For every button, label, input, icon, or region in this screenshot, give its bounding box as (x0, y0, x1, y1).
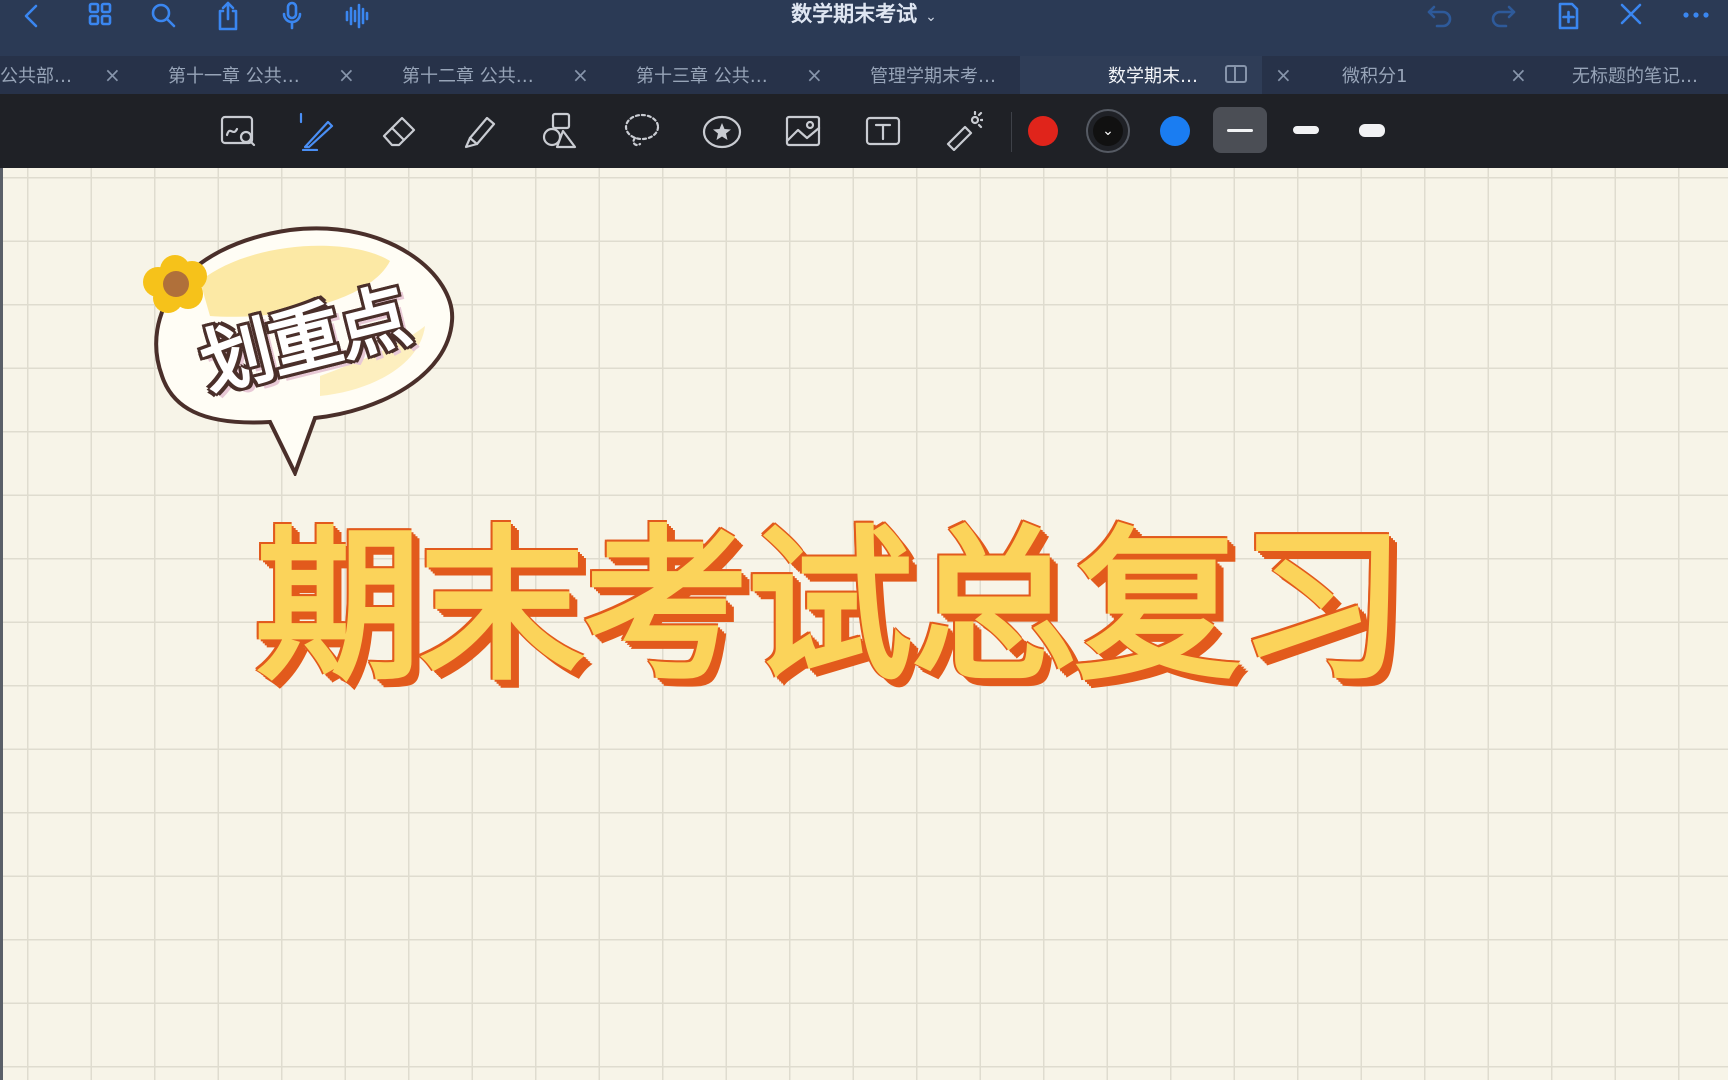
highlighter-tool[interactable] (455, 106, 505, 156)
tab-label: 管理学期末考… (870, 66, 996, 87)
sticker-tool[interactable] (697, 106, 747, 156)
tab-label: 公共部… (0, 66, 72, 87)
tab-close-icon[interactable]: × (572, 56, 589, 94)
tab-label: 数学期末… (1108, 66, 1198, 87)
sticker-icon (702, 115, 742, 149)
redo-icon (1491, 5, 1516, 28)
add-page-icon (1558, 2, 1579, 30)
undo-icon (1427, 5, 1452, 28)
back-icon (24, 4, 38, 28)
chevron-down-icon: ⌄ (1102, 123, 1114, 139)
tab-close-icon[interactable]: × (1275, 56, 1292, 94)
text-box-tool[interactable] (858, 106, 908, 156)
tab-close-icon[interactable]: × (806, 56, 823, 94)
tab-label: 第十二章 公共… (402, 66, 534, 87)
canvas-edge (0, 168, 3, 1080)
color-swatch-red[interactable] (1028, 116, 1058, 146)
pen-icon (299, 112, 334, 151)
tab-label: 第十三章 公共… (636, 66, 768, 87)
text-box-icon (865, 116, 901, 146)
close-icon (1620, 3, 1642, 25)
toolbar-divider (1011, 112, 1012, 152)
stroke-width-thin[interactable] (1213, 107, 1267, 153)
eraser-icon (382, 116, 416, 147)
image-icon (785, 115, 821, 147)
notes-app: 数学期末考试 ⌄ 公共部… × 第十一章 公共… × 第十二章 公共… × 第十… (0, 0, 1728, 1080)
tab-label: 第十一章 公共… (168, 66, 300, 87)
document-title-text: 数学期末考试 (791, 2, 918, 26)
drawing-toolbar: ⌄ (0, 94, 1728, 168)
tab-close-icon[interactable]: × (1510, 56, 1527, 94)
highlight-sticker[interactable]: 划重点 (140, 226, 460, 476)
record-audio-button[interactable] (272, 0, 312, 32)
document-title-button[interactable]: 数学期末考试 ⌄ (791, 2, 937, 26)
tab[interactable]: 微积分1 × (1302, 56, 1536, 94)
tab[interactable]: 第十三章 公共… × (600, 56, 834, 94)
headline-text[interactable]: 期末考试总复习 (255, 508, 1475, 708)
shapes-tool[interactable] (536, 106, 586, 156)
top-navigation-bar: 数学期末考试 ⌄ (0, 0, 1728, 56)
highlighter-icon (464, 116, 496, 149)
tab-close-icon[interactable]: × (338, 56, 355, 94)
tab-label: 微积分1 (1342, 66, 1408, 87)
stroke-width-thick[interactable] (1345, 107, 1399, 153)
tab-active[interactable]: 数学期末… × (1020, 56, 1292, 94)
split-view-icon[interactable] (1225, 65, 1247, 83)
microphone-icon (282, 1, 302, 30)
search-icon (151, 3, 176, 28)
color-swatch-black-selected[interactable]: ⌄ (1086, 109, 1130, 153)
tab-close-icon[interactable]: × (104, 56, 121, 94)
audio-waveform-button[interactable] (337, 0, 377, 32)
document-title: 数学期末考试 ⌄ (0, 0, 1728, 30)
laser-pointer-tool[interactable] (938, 106, 988, 156)
zoom-window-icon (220, 115, 256, 147)
pen-tool[interactable] (292, 106, 342, 156)
lasso-icon (624, 113, 660, 147)
image-tool[interactable] (778, 106, 828, 156)
chevron-down-icon: ⌄ (925, 9, 937, 25)
stroke-width-medium[interactable] (1279, 107, 1333, 153)
close-document-button[interactable] (1611, 0, 1651, 32)
color-swatch-blue[interactable] (1160, 116, 1190, 146)
share-icon (218, 1, 238, 31)
laser-pointer-icon (946, 111, 983, 151)
add-page-button[interactable] (1548, 0, 1588, 32)
flower-icon (143, 255, 207, 313)
tab[interactable]: 第十二章 公共… × (366, 56, 600, 94)
waveform-icon (345, 3, 369, 29)
document-tab-bar: 公共部… × 第十一章 公共… × 第十二章 公共… × 第十三章 公共… × … (0, 56, 1728, 94)
lasso-tool[interactable] (617, 106, 667, 156)
share-button[interactable] (208, 0, 248, 32)
tab-label: 无标题的笔记… (1572, 66, 1698, 87)
tab[interactable]: 无标题的笔记… (1536, 56, 1728, 94)
tab[interactable]: 公共部… × (0, 56, 132, 94)
back-button[interactable] (12, 0, 52, 32)
redo-button[interactable] (1483, 0, 1523, 32)
more-options-button[interactable] (1676, 0, 1716, 32)
undo-button[interactable] (1420, 0, 1460, 32)
search-button[interactable] (143, 0, 183, 32)
shapes-icon (542, 112, 577, 149)
grid-view-button[interactable] (80, 0, 120, 32)
eraser-tool[interactable] (374, 106, 424, 156)
zoom-window-tool[interactable] (214, 106, 264, 156)
grid-icon (88, 2, 112, 26)
tab[interactable]: 第十一章 公共… × (132, 56, 366, 94)
more-icon (1683, 12, 1709, 18)
